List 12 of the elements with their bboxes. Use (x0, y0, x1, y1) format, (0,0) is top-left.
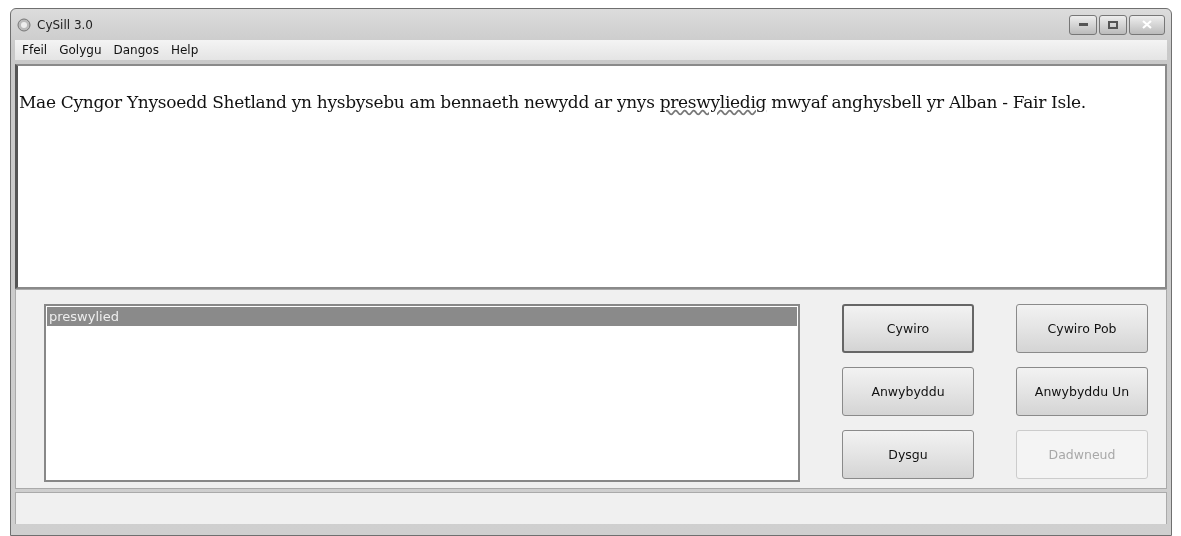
menu-item[interactable]: Dangos (108, 43, 164, 57)
text-area[interactable]: Mae Cyngor Ynysoedd Shetland yn hysbysebu am bennaeth newydd ar ynys preswyliedig mwyaf anghysbell yr Alban - Fair Isle. (15, 64, 1167, 289)
window-title: CySill 3.0 (37, 17, 94, 32)
action-button[interactable]: Anwybyddu (842, 367, 974, 416)
sentence-text: Mae Cyngor Ynysoedd Shetland yn hysbysebu am bennaeth newydd ar ynys preswyliedig mwyaf anghysbell yr Alban - Fair Isle. (19, 91, 1087, 114)
menu-item[interactable]: Golygu (54, 43, 107, 57)
menu-item[interactable]: Ffeil (17, 43, 53, 57)
action-button[interactable]: Dysgu (842, 430, 974, 479)
action-button[interactable]: Cywiro Pob (1016, 304, 1148, 353)
menu-item[interactable]: Help (165, 43, 204, 57)
action-button[interactable]: Cywiro (842, 304, 974, 353)
action-button[interactable]: Anwybyddu Un (1016, 367, 1148, 416)
